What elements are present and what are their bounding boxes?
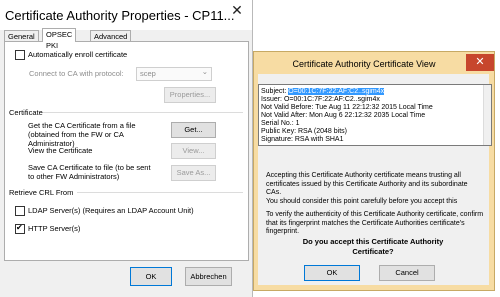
title-bar: Certificate Authority Certificate View ✕: [254, 52, 494, 74]
get-button[interactable]: Get...: [171, 122, 216, 138]
certificate-view-dialog: Certificate Authority Certificate View ✕…: [253, 51, 495, 291]
view-cert-text: View the Certificate: [28, 146, 93, 155]
window-title: Certificate Authority Properties - CP11.…: [5, 8, 235, 23]
save-cert-text: Save CA Certificate to file (to be sent …: [28, 163, 151, 181]
divider: [43, 112, 243, 113]
get-cert-text: Get the CA Certificate from a file (obta…: [28, 121, 136, 148]
opsec-pki-panel: Automatically enroll certificate Connect…: [4, 41, 249, 261]
verify-text: To verify the authenticity of this Certi…: [266, 211, 484, 235]
accept-warning-text: Accepting this Certificate Authority cer…: [266, 172, 468, 196]
certificate-group-label: Certificate: [9, 108, 43, 117]
scrollbar[interactable]: [483, 85, 491, 145]
cancel-button[interactable]: Abbrechen: [185, 267, 232, 286]
view-button[interactable]: View...: [171, 143, 216, 159]
protocol-select[interactable]: scep ⌄: [136, 67, 212, 81]
cancel-button[interactable]: Cancel: [379, 265, 435, 281]
ldap-checkbox[interactable]: [15, 206, 25, 216]
ok-button[interactable]: OK: [304, 265, 360, 281]
accept-question: Do you accept this Certificate Authority…: [302, 237, 444, 256]
tab-opsec-pki[interactable]: OPSEC PKI: [42, 28, 77, 50]
save-as-button[interactable]: Save As...: [171, 165, 216, 181]
protocol-value: scep: [140, 69, 156, 78]
consider-text: You should consider this point carefully…: [266, 198, 458, 205]
ldap-label: LDAP Server(s) (Requires an LDAP Account…: [28, 206, 194, 215]
dialog-title: Certificate Authority Certificate View: [292, 59, 436, 69]
close-icon[interactable]: ✕: [466, 54, 494, 71]
signature-line: Signature: RSA with SHA1: [261, 136, 344, 143]
title-bar: Certificate Authority Properties - CP11.…: [0, 0, 252, 30]
connect-protocol-label: Connect to CA with protocol:: [29, 69, 124, 78]
chevron-down-icon: ⌄: [201, 67, 208, 76]
auto-enroll-checkbox[interactable]: [15, 50, 25, 60]
subject-label: Subject:: [261, 88, 287, 95]
close-icon[interactable]: ✕: [222, 0, 252, 20]
auto-enroll-label: Automatically enroll certificate: [28, 50, 128, 59]
properties-button[interactable]: Properties...: [164, 87, 216, 103]
certificate-details-box[interactable]: Subject: O=00:1C:7F:22:AF:C2..sgim4x Iss…: [258, 84, 492, 146]
retrieve-crl-group-label: Retrieve CRL From: [9, 188, 74, 197]
http-checkbox[interactable]: [15, 223, 25, 234]
http-label: HTTP Server(s): [28, 224, 81, 233]
divider: [77, 192, 243, 193]
dialog-body: Subject: O=00:1C:7F:22:AF:C2..sgim4x Iss…: [258, 74, 492, 285]
subject-value: O=00:1C:7F:22:AF:C2..sgim4x: [288, 88, 385, 95]
ca-properties-window: Certificate Authority Properties - CP11.…: [0, 0, 253, 297]
ok-button[interactable]: OK: [130, 267, 172, 286]
